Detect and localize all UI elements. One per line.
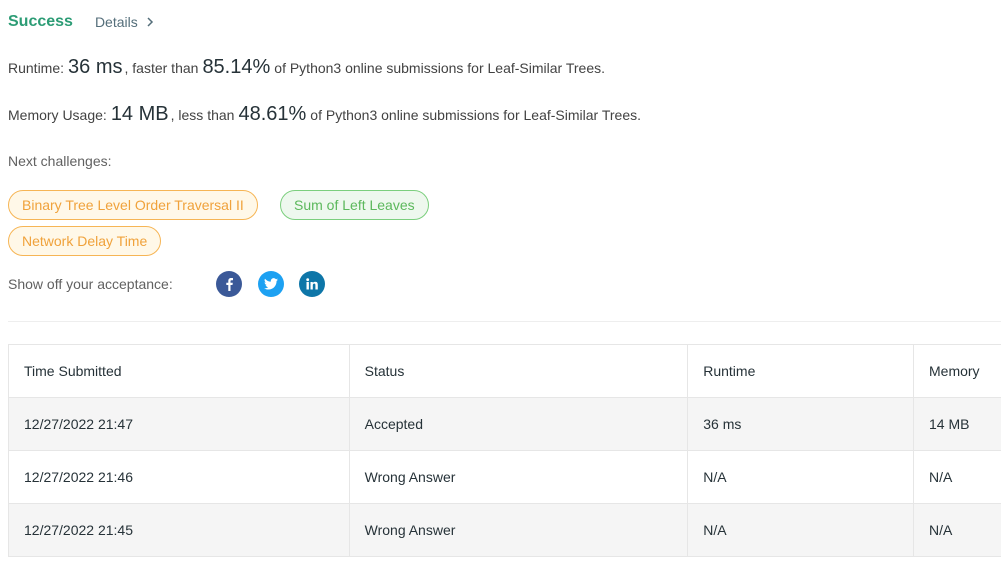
memory-cell: N/A [913, 503, 1001, 557]
twitter-share-button[interactable] [258, 271, 284, 297]
submissions-table: Time Submitted Status Runtime Memory 12/… [8, 344, 1001, 557]
memory-summary: Memory Usage: 14 MB , less than 48.61% o… [8, 103, 641, 126]
runtime-value: 36 ms [68, 56, 123, 78]
memory-tail: of Python3 online submissions for Leaf-S… [310, 107, 642, 123]
status-cell[interactable]: Wrong Answer [349, 450, 689, 504]
challenge-chip[interactable]: Binary Tree Level Order Traversal II [8, 190, 258, 220]
runtime-cell: 36 ms [687, 397, 914, 451]
column-header[interactable]: Memory [913, 344, 1001, 398]
memory-label: Memory Usage: [8, 107, 107, 123]
share-label: Show off your acceptance: [8, 276, 173, 292]
result-header: Success Details [8, 12, 154, 32]
memory-cell: 14 MB [913, 397, 1001, 451]
table-row[interactable]: 12/27/2022 21:47 Accepted 36 ms 14 MB [8, 397, 1001, 451]
column-header[interactable]: Runtime [687, 344, 914, 398]
status-title: Success [8, 13, 73, 30]
next-challenges-label: Next challenges: [8, 153, 112, 169]
table-row[interactable]: 12/27/2022 21:46 Wrong Answer N/A N/A [8, 450, 1001, 504]
linkedin-share-button[interactable] [299, 271, 325, 297]
memory-cell: N/A [913, 450, 1001, 504]
table-header-row: Time Submitted Status Runtime Memory [8, 344, 1001, 398]
table-row[interactable]: 12/27/2022 21:45 Wrong Answer N/A N/A [8, 503, 1001, 557]
runtime-tail: of Python3 online submissions for Leaf-S… [274, 60, 605, 76]
status-cell[interactable]: Accepted [349, 397, 689, 451]
runtime-cell: N/A [687, 503, 914, 557]
submission-result-page: Success Details Runtime: 36 ms , faster … [0, 0, 1001, 577]
details-link[interactable]: Details [95, 14, 154, 30]
runtime-middle: , faster than [124, 60, 199, 76]
linkedin-icon [306, 278, 318, 290]
memory-middle: , less than [170, 107, 235, 123]
runtime-percent: 85.14% [202, 56, 271, 78]
chevron-right-icon [147, 17, 153, 27]
challenge-chip[interactable]: Network Delay Time [8, 226, 162, 256]
time-cell: 12/27/2022 21:47 [8, 397, 350, 451]
time-cell: 12/27/2022 21:46 [8, 450, 350, 504]
runtime-label: Runtime: [8, 60, 65, 76]
status-cell[interactable]: Wrong Answer [349, 503, 689, 557]
challenge-chip[interactable]: Sum of Left Leaves [280, 190, 429, 220]
twitter-icon [264, 278, 278, 290]
facebook-share-button[interactable] [216, 271, 242, 297]
section-divider [8, 321, 1001, 322]
runtime-summary: Runtime: 36 ms , faster than 85.14% of P… [8, 56, 605, 79]
details-label: Details [94, 14, 138, 30]
column-header[interactable]: Status [349, 344, 689, 398]
time-cell: 12/27/2022 21:45 [8, 503, 350, 557]
memory-percent: 48.61% [238, 103, 307, 125]
memory-value: 14 MB [110, 103, 169, 125]
column-header[interactable]: Time Submitted [8, 344, 350, 398]
facebook-icon [226, 278, 233, 291]
runtime-cell: N/A [687, 450, 914, 504]
